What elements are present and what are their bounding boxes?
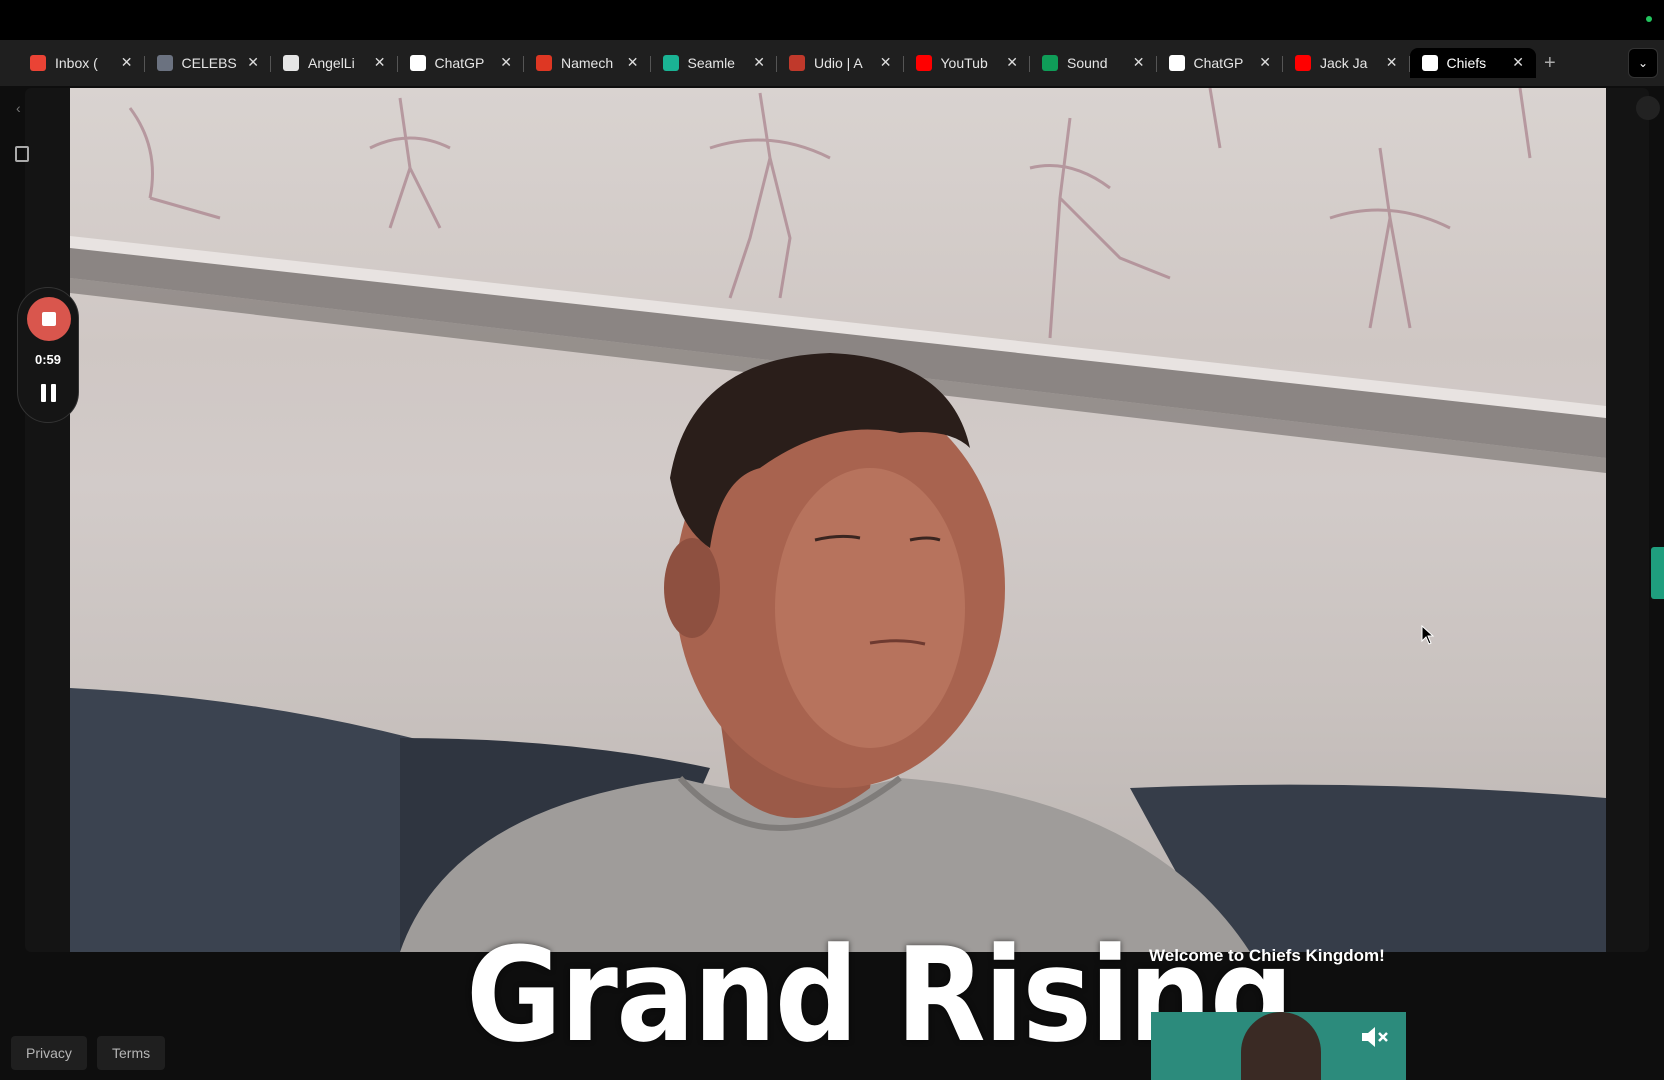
system-top-bar <box>0 0 1664 40</box>
back-arrow-icon[interactable]: ‹ <box>16 100 21 116</box>
pip-person-image <box>1241 1012 1321 1080</box>
stop-recording-button[interactable] <box>27 297 71 341</box>
udio-icon <box>789 55 805 71</box>
peace-hand-icon <box>283 55 299 71</box>
close-icon[interactable]: ✕ <box>880 54 892 71</box>
close-icon[interactable]: ✕ <box>1259 54 1271 71</box>
tab-title: Seamle <box>687 55 735 71</box>
tab-title: AngelLi <box>308 55 355 71</box>
namecheap-icon <box>536 55 552 71</box>
privacy-link[interactable]: Privacy <box>11 1036 87 1070</box>
tab-title: Sound <box>1067 55 1108 71</box>
tab-title: ChatGP <box>434 55 485 71</box>
tab-title: Udio | A <box>814 55 863 71</box>
close-icon[interactable]: ✕ <box>1006 54 1018 71</box>
screen-recorder-controls: 0:59 <box>17 287 79 423</box>
status-dot-icon <box>1646 16 1652 22</box>
document-icon <box>15 146 29 162</box>
tab-title: Inbox ( <box>55 55 98 71</box>
welcome-text: Welcome to Chiefs Kingdom! <box>1149 946 1385 965</box>
recording-timer: 0:59 <box>34 352 62 367</box>
tab-title: ChatGP <box>1193 55 1244 71</box>
tab-search-dropdown-button[interactable]: ⌄ <box>1628 48 1658 78</box>
close-icon[interactable]: ✕ <box>753 54 765 71</box>
browser-tab[interactable]: AngelLi ✕ <box>271 48 398 78</box>
openai-icon <box>1168 55 1185 71</box>
tab-list: Inbox (✕ CELEBS ✕ AngelLi ✕ ChatGP ✕ Namech ✕ Sea… <box>18 48 1536 78</box>
close-icon[interactable]: ✕ <box>1386 54 1398 71</box>
close-icon[interactable]: ✕ <box>1512 54 1524 71</box>
webcam-video <box>70 88 1606 952</box>
browser-tab[interactable]: ChatGP ✕ <box>398 48 525 78</box>
mouse-cursor-icon <box>1421 625 1435 645</box>
browser-tab[interactable]: CELEBS ✕ <box>145 48 272 78</box>
close-icon[interactable]: ✕ <box>374 54 386 71</box>
browser-tab[interactable]: Inbox ( ✕ <box>18 48 145 78</box>
new-tab-button[interactable]: + <box>1544 52 1556 75</box>
close-icon[interactable]: ✕ <box>627 54 639 71</box>
seamless-icon <box>662 55 679 71</box>
document-icon <box>156 55 173 71</box>
pause-icon <box>41 384 46 402</box>
terms-link[interactable]: Terms <box>97 1036 166 1070</box>
browser-tab[interactable]: Chiefs ✕ <box>1409 48 1536 78</box>
browser-tab[interactable]: Namech ✕ <box>524 48 651 78</box>
youtube-icon <box>915 55 932 71</box>
tab-title: Chiefs <box>1446 55 1487 71</box>
close-icon[interactable]: ✕ <box>1133 54 1145 71</box>
browser-tab[interactable]: YouTub ✕ <box>904 48 1031 78</box>
sheets-plus-icon <box>1042 55 1058 71</box>
tab-title: Jack Ja <box>1320 55 1368 71</box>
browser-tab[interactable]: Jack Ja ✕ <box>1283 48 1410 78</box>
webcam-frame-image <box>70 88 1606 952</box>
side-panel-tab[interactable] <box>1651 547 1664 599</box>
close-icon[interactable]: ✕ <box>121 54 133 71</box>
browser-tab[interactable]: Sound ✕ <box>1030 48 1157 78</box>
browser-tab-strip: Inbox (✕ CELEBS ✕ AngelLi ✕ ChatGP ✕ Namech ✕ Sea… <box>0 40 1664 86</box>
stop-icon <box>42 312 56 326</box>
browser-tab[interactable]: Udio | A ✕ <box>777 48 904 78</box>
muted-speaker-icon[interactable] <box>1360 1024 1390 1050</box>
tab-title: YouTub <box>940 55 988 71</box>
browser-tab[interactable]: Seamle ✕ <box>651 48 778 78</box>
youtube-icon <box>1295 55 1311 71</box>
pause-recording-button[interactable] <box>41 384 57 402</box>
browser-tab[interactable]: ChatGP ✕ <box>1157 48 1284 78</box>
tab-title: CELEBS <box>181 55 237 71</box>
page-icon <box>1421 55 1438 71</box>
picture-in-picture-video[interactable] <box>1151 1012 1406 1080</box>
close-icon[interactable]: ✕ <box>247 54 259 71</box>
close-icon[interactable]: ✕ <box>500 54 512 71</box>
avatar[interactable] <box>1636 96 1660 120</box>
gmail-icon <box>30 55 46 71</box>
openai-icon <box>409 55 426 71</box>
tab-title: Namech <box>561 55 614 71</box>
